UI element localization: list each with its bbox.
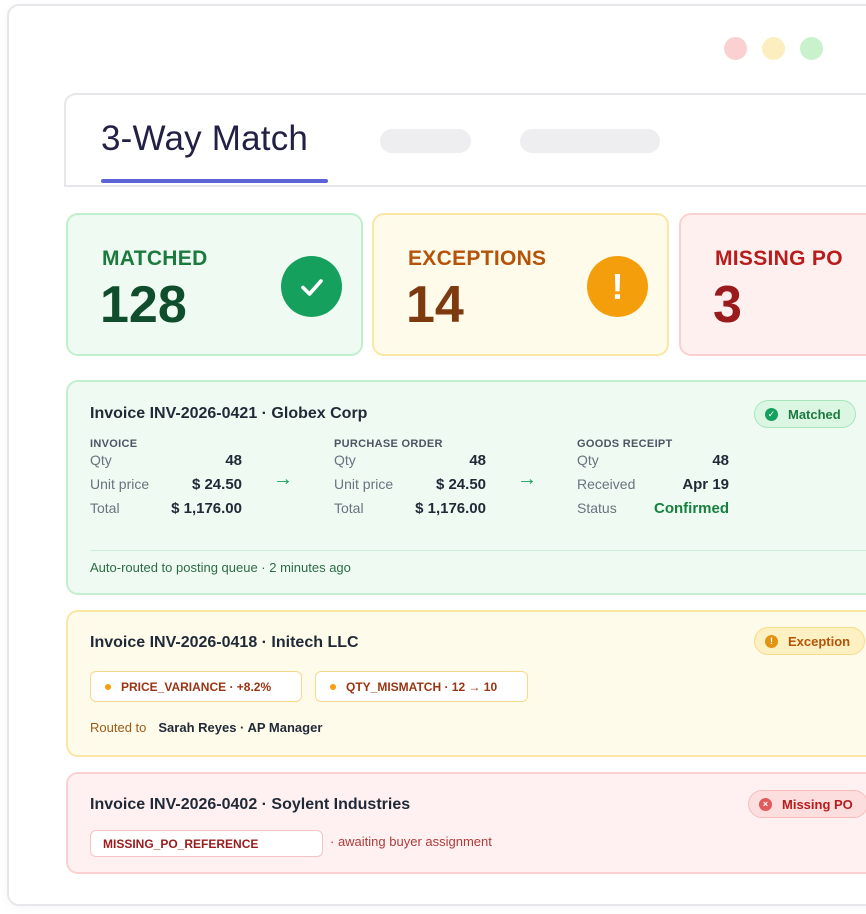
status-badge-label: Matched [788,406,841,422]
missing-po-stat-value: 3 [713,276,742,334]
field-label: Unit price [90,476,150,492]
status-badge-exception: ! Exception [754,627,866,655]
tab-bar-divider [64,185,866,187]
field-label: Qty [334,452,356,468]
x-circle-icon: × [759,797,772,811]
check-circle-icon [281,256,342,317]
status-badge-matched: ✓ Matched [754,400,856,428]
gr-status: Confirmed [654,499,729,517]
field-label: Received [577,476,636,492]
routed-to: Routed to Sarah Reyes · AP Manager [90,720,322,735]
gr-received-date: Apr 19 [682,475,729,493]
flag-chip-qty-mismatch[interactable]: QTY_MISMATCH · 12 → 10 [315,671,528,702]
invoice-card-exception[interactable]: Invoice INV-2026-0418 · Initech LLC ! Ex… [66,610,866,757]
field-label: Status [577,500,617,516]
exclamation-icon: ! [765,634,778,648]
flag-chip-label: PRICE_VARIANCE · +8.2% [121,679,272,694]
matched-stat-card[interactable]: MATCHED 128 [66,213,363,356]
card-divider [90,550,866,551]
status-badge-label: Missing PO [782,796,853,812]
exceptions-stat-value: 14 [406,276,464,334]
tab-3-way-match[interactable]: 3-Way Match [101,119,308,159]
status-badge-label: Exception [788,633,851,649]
invoice-title: Invoice INV-2026-0402 · Soylent Industri… [90,796,411,813]
arrow-right-icon: → [517,468,537,490]
routed-to-label: Routed to [90,720,147,735]
arrow-right-icon: → [273,468,293,490]
exclamation-circle-icon: ! [587,256,648,317]
field-label: Qty [90,452,112,468]
flag-chip-price-variance[interactable]: PRICE_VARIANCE · +8.2% [90,671,302,702]
missing-po-stat-card[interactable]: MISSING PO 3 [679,213,866,356]
window-controls [724,37,823,60]
maximize-window-button[interactable] [800,37,823,60]
matched-stat-value: 128 [100,276,187,334]
exceptions-stat-card[interactable]: EXCEPTIONS 14 ! [372,213,669,356]
missing-po-stat-label: MISSING PO [715,247,843,270]
card-footer-note: Auto-routed to posting queue · 2 minutes… [90,560,351,575]
flag-chip-missing-po-reference[interactable]: MISSING_PO_REFERENCE [90,830,323,857]
gr-qty: 48 [712,451,729,469]
invoice-card-missing-po[interactable]: Invoice INV-2026-0402 · Soylent Industri… [66,772,866,874]
invoice-card-matched[interactable]: Invoice INV-2026-0421 · Globex Corp ✓ Ma… [66,380,866,595]
flag-dot-icon [105,683,111,690]
awaiting-note: · awaiting buyer assignment [330,834,492,849]
invoice-column: INVOICE Qty 48 Unit price $ 24.50 Total $ 1… [90,438,242,520]
status-badge-missing-po: × Missing PO [748,790,866,818]
matched-stat-label: MATCHED [102,247,208,270]
invoice-title: Invoice INV-2026-0418 · Initech LLC [90,634,359,651]
tab-placeholder-1[interactable] [380,129,471,153]
invoice-title: Invoice INV-2026-0421 · Globex Corp [90,405,368,422]
routed-to-assignee[interactable]: Sarah Reyes · AP Manager [158,720,322,735]
field-label: Total [334,500,364,516]
po-total: $ 1,176.00 [415,499,486,517]
po-qty: 48 [469,451,486,469]
goods-receipt-column: GOODS RECEIPT Qty 48 Received Apr 19 Statu… [577,438,729,520]
active-tab-indicator [101,179,328,183]
invoice-total: $ 1,176.00 [171,499,242,517]
exceptions-stat-label: EXCEPTIONS [408,247,547,270]
flag-dot-icon [330,683,336,690]
invoice-qty: 48 [225,451,242,469]
minimize-window-button[interactable] [762,37,785,60]
invoice-unit-price: $ 24.50 [191,475,242,493]
field-label: Total [90,500,120,516]
close-window-button[interactable] [724,37,747,60]
po-unit-price: $ 24.50 [435,475,486,493]
flag-chip-label: QTY_MISMATCH · 12 → 10 [346,679,498,694]
check-icon: ✓ [765,407,778,421]
field-label: Qty [577,452,599,468]
tab-placeholder-2[interactable] [520,129,660,153]
purchase-order-column: PURCHASE ORDER Qty 48 Unit price $ 24.50 T… [334,438,486,520]
field-label: Unit price [334,476,394,492]
